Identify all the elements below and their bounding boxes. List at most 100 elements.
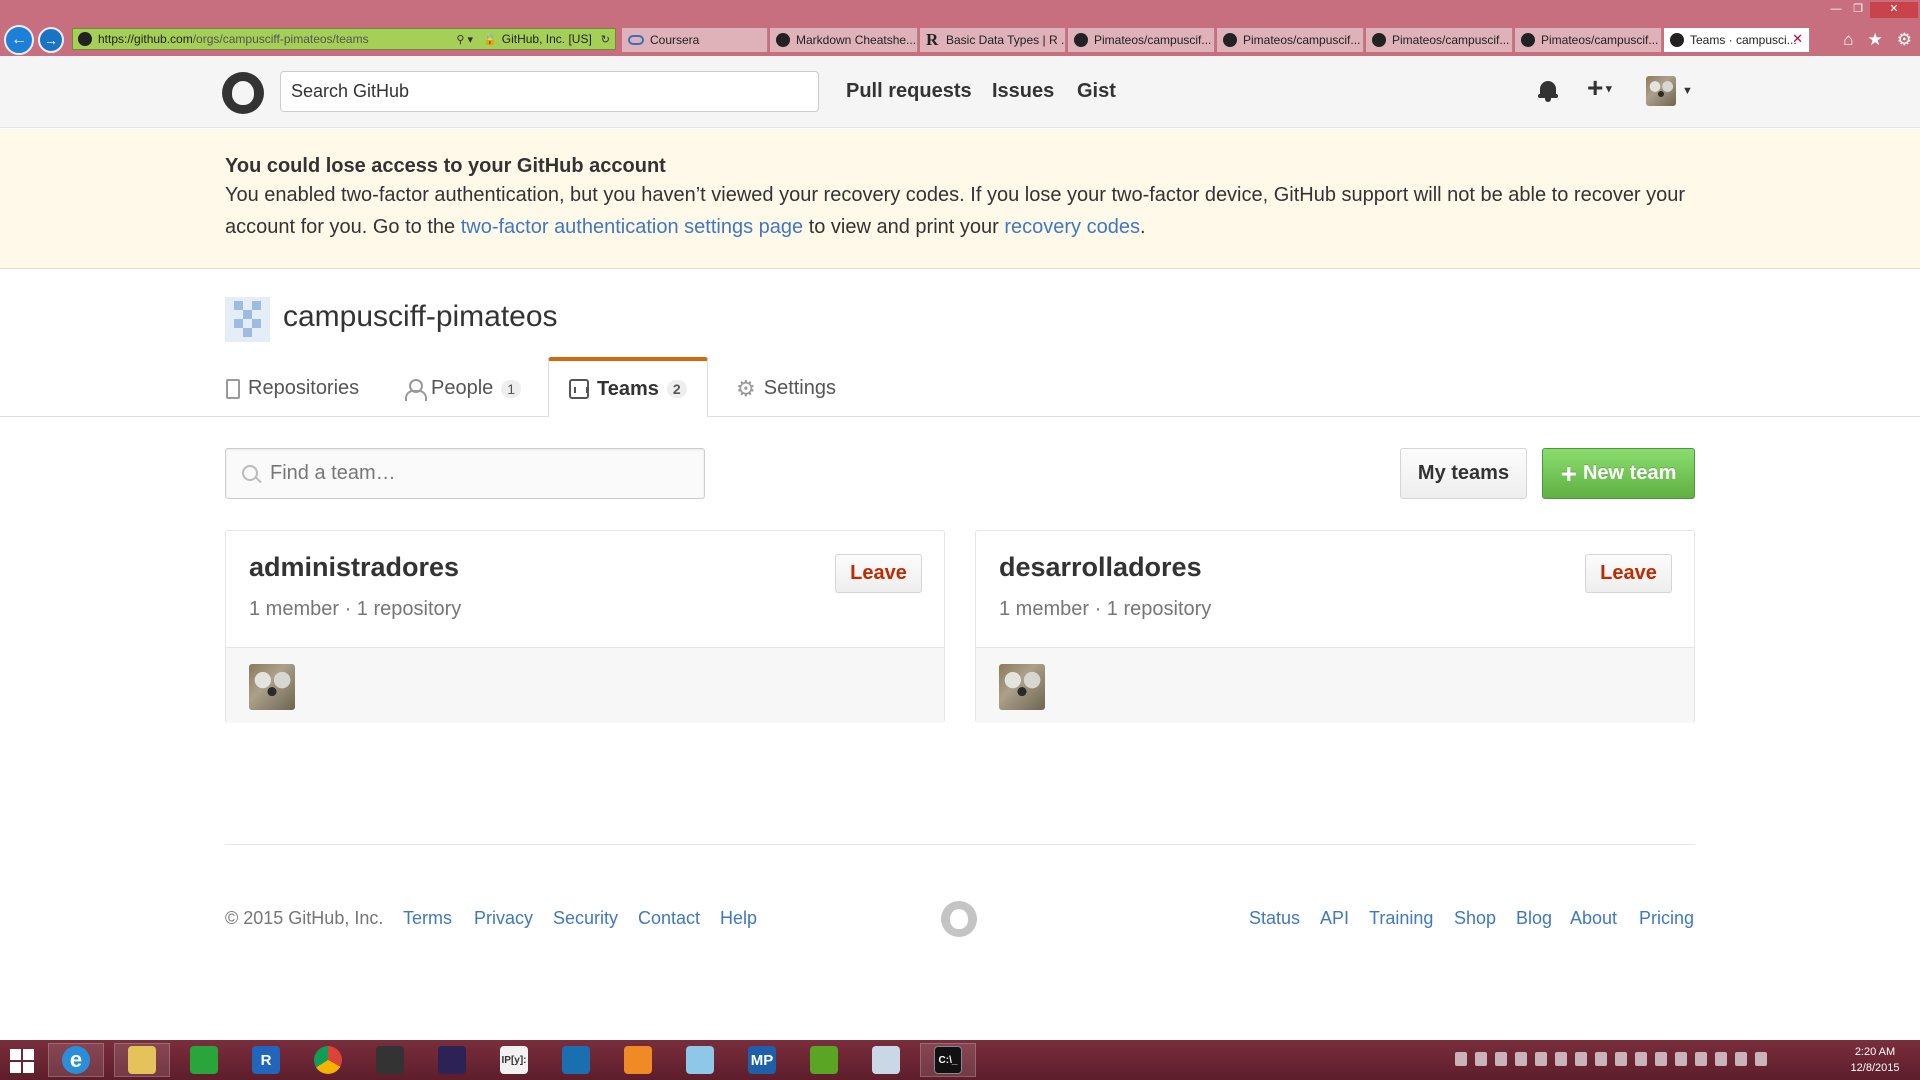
tray-icon[interactable] xyxy=(1455,1052,1467,1066)
address-bar[interactable]: https://github.com/orgs/campusciff-pimat… xyxy=(72,28,616,50)
footer-link-pricing[interactable]: Pricing xyxy=(1639,908,1694,929)
restore-icon[interactable]: ❐ xyxy=(1848,2,1868,18)
taskbar-app-button[interactable] xyxy=(176,1043,232,1077)
browser-tab[interactable]: Pimateos/campuscif... xyxy=(1515,28,1662,52)
taskbar-app-button[interactable] xyxy=(300,1043,356,1077)
windows-start-icon[interactable] xyxy=(10,1049,34,1073)
footer-link-help[interactable]: Help xyxy=(720,908,757,929)
footer-link-blog[interactable]: Blog xyxy=(1516,908,1552,929)
minimize-icon[interactable]: — xyxy=(1826,2,1846,18)
taskbar-app-button[interactable] xyxy=(672,1043,728,1077)
footer-link-contact[interactable]: Contact xyxy=(638,908,700,929)
refresh-icon[interactable]: ↻ xyxy=(601,33,610,46)
nav-gist[interactable]: Gist xyxy=(1077,80,1116,103)
settings-gear-icon[interactable]: ⚙ xyxy=(1897,30,1912,50)
footer-link-security[interactable]: Security xyxy=(553,908,618,929)
tray-icon[interactable] xyxy=(1595,1052,1607,1066)
leave-team-button[interactable]: Leave xyxy=(835,554,922,593)
tab-people[interactable]: People 1 xyxy=(405,360,522,417)
lock-icon[interactable]: 🔒 xyxy=(483,33,497,46)
teams-count-badge: 2 xyxy=(666,380,687,398)
find-team-input[interactable] xyxy=(270,449,690,498)
github-icon xyxy=(1223,33,1237,47)
nav-issues[interactable]: Issues xyxy=(992,80,1054,103)
tab-settings[interactable]: ⚙ Settings xyxy=(736,360,836,417)
tray-icon[interactable] xyxy=(1655,1052,1667,1066)
tray-icon[interactable] xyxy=(1555,1052,1567,1066)
tray-icon[interactable] xyxy=(1615,1052,1627,1066)
forward-button[interactable]: → xyxy=(38,27,64,53)
github-icon xyxy=(1372,33,1386,47)
search-input[interactable] xyxy=(280,71,819,112)
org-avatar[interactable] xyxy=(225,297,270,342)
tab-repositories[interactable]: Repositories xyxy=(226,360,359,417)
my-teams-button[interactable]: My teams xyxy=(1400,448,1527,499)
recovery-codes-link[interactable]: recovery codes xyxy=(1004,216,1140,238)
footer-link-status[interactable]: Status xyxy=(1249,908,1300,929)
footer-link-terms[interactable]: Terms xyxy=(403,908,452,929)
close-window-icon[interactable]: ✕ xyxy=(1870,2,1918,18)
home-icon[interactable]: ⌂ xyxy=(1843,30,1853,50)
browser-tab[interactable]: Pimateos/campuscif... xyxy=(1217,28,1364,52)
leave-team-button[interactable]: Leave xyxy=(1585,554,1672,593)
taskbar-app-button[interactable]: e xyxy=(48,1043,104,1077)
team-card-administradores: administradores 1 member · 1 repository … xyxy=(225,530,945,723)
taskbar-app-button[interactable]: IP[y]: xyxy=(486,1043,542,1077)
favorites-star-icon[interactable]: ★ xyxy=(1868,30,1883,50)
taskbar-app-button[interactable] xyxy=(114,1043,170,1077)
footer-link-about[interactable]: About xyxy=(1570,908,1617,929)
tray-icon[interactable] xyxy=(1675,1052,1687,1066)
network-icon[interactable] xyxy=(1735,1052,1747,1066)
member-avatar[interactable] xyxy=(999,664,1045,710)
taskbar-app-button[interactable]: R xyxy=(238,1043,294,1077)
tray-icon[interactable] xyxy=(1575,1052,1587,1066)
tray-icon[interactable] xyxy=(1695,1052,1707,1066)
volume-icon[interactable] xyxy=(1755,1052,1767,1066)
taskbar-app-button[interactable] xyxy=(610,1043,666,1077)
tray-icon[interactable] xyxy=(1635,1052,1647,1066)
browser-tab[interactable]: Coursera xyxy=(622,28,768,52)
browser-tab[interactable]: Pimateos/campuscif... xyxy=(1366,28,1513,52)
browser-tab[interactable]: Markdown Cheatshe... xyxy=(770,28,918,52)
address-search-icon[interactable]: ⚲ ▾ xyxy=(456,33,473,46)
browser-tab[interactable]: R Basic Data Types | R ... xyxy=(920,28,1066,52)
tray-icon[interactable] xyxy=(1515,1052,1527,1066)
notifications-bell-icon[interactable] xyxy=(1538,78,1558,102)
footer-link-shop[interactable]: Shop xyxy=(1454,908,1496,929)
taskbar-app-button[interactable] xyxy=(548,1043,604,1077)
github-mark-icon[interactable] xyxy=(941,901,977,937)
github-logo-icon[interactable] xyxy=(222,72,264,114)
member-avatar[interactable] xyxy=(249,664,295,710)
browser-tab[interactable]: Pimateos/campuscif... xyxy=(1068,28,1215,52)
tray-icon[interactable] xyxy=(1495,1052,1507,1066)
taskbar-app-button[interactable]: MP xyxy=(734,1043,790,1077)
taskbar-app-button[interactable] xyxy=(362,1043,418,1077)
terminal-icon xyxy=(376,1046,404,1074)
caret-down-icon: ▼ xyxy=(1603,83,1615,96)
browser-tab[interactable]: Teams · campusci... ✕ xyxy=(1664,28,1810,52)
taskbar-app-button[interactable] xyxy=(424,1043,480,1077)
tray-icon[interactable] xyxy=(1475,1052,1487,1066)
footer-link-privacy[interactable]: Privacy xyxy=(474,908,533,929)
taskbar-app-button[interactable] xyxy=(858,1043,914,1077)
taskbar-app-button[interactable]: C:\_ xyxy=(920,1043,976,1077)
taskbar-clock[interactable]: 2:20 AM 12/8/2015 xyxy=(1840,1044,1910,1076)
close-tab-icon[interactable]: ✕ xyxy=(1792,31,1803,47)
footer-link-api[interactable]: API xyxy=(1320,908,1349,929)
user-dropdown[interactable]: ▼ xyxy=(1646,76,1693,106)
taskbar-app-button[interactable] xyxy=(796,1043,852,1077)
create-new-dropdown[interactable]: +▼ xyxy=(1587,72,1614,104)
tab-teams[interactable]: Teams 2 xyxy=(548,357,708,417)
team-name-link[interactable]: desarrolladores xyxy=(999,552,1202,583)
new-team-button[interactable]: + New team xyxy=(1542,448,1695,499)
tray-icon[interactable] xyxy=(1535,1052,1547,1066)
back-button[interactable]: ← xyxy=(4,25,34,55)
security-identity[interactable]: GitHub, Inc. [US] xyxy=(502,32,592,46)
two-factor-settings-link[interactable]: two-factor authentication settings page xyxy=(461,216,803,238)
tray-icon[interactable] xyxy=(1715,1052,1727,1066)
org-name[interactable]: campusciff-pimateos xyxy=(283,300,558,334)
nav-pull-requests[interactable]: Pull requests xyxy=(846,80,972,103)
mp-icon: MP xyxy=(748,1046,776,1074)
team-name-link[interactable]: administradores xyxy=(249,552,459,583)
footer-link-training[interactable]: Training xyxy=(1369,908,1433,929)
